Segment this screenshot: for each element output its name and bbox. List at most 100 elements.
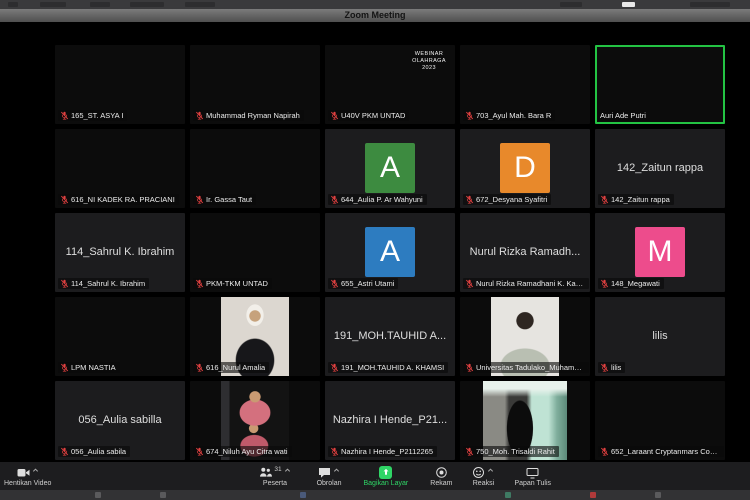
taskbar-dot — [655, 492, 661, 498]
taskbar-dot — [590, 492, 596, 498]
participant-name: Auri Ade Putri — [600, 111, 646, 120]
participant-tile[interactable]: Muhammad Ryman Napirah — [190, 45, 320, 124]
top-menu-bar — [0, 0, 750, 9]
participant-name: 165_ST. ASYA I — [71, 111, 123, 120]
participants-label: Peserta — [263, 480, 287, 487]
whiteboard-button[interactable]: Papan Tulis — [510, 466, 555, 487]
participant-name: U40V PKM UNTAD — [341, 111, 405, 120]
participants-button[interactable]: 31 Peserta — [255, 466, 294, 487]
participant-avatar: D — [500, 143, 550, 193]
participant-nameplate: LPM NASTIA — [58, 362, 120, 373]
participant-tile[interactable]: 165_ST. ASYA I — [55, 45, 185, 124]
muted-mic-icon — [330, 111, 339, 120]
muted-mic-icon — [600, 363, 609, 372]
participant-tile[interactable]: 616_Nurul Amalia — [190, 297, 320, 376]
participant-nameplate: 056_Aulia sabila — [58, 446, 130, 457]
participant-nameplate: 114_Sahrul K. Ibrahim — [58, 278, 149, 289]
muted-mic-icon — [600, 279, 609, 288]
whiteboard-icon — [526, 466, 539, 479]
participant-tile[interactable]: PKM-TKM UNTAD — [190, 213, 320, 292]
participant-tile[interactable]: 056_Aulia sabilla 056_Aulia sabila — [55, 381, 185, 460]
chevron-up-icon[interactable] — [32, 467, 39, 474]
participant-tile[interactable]: 703_Ayul Mah. Bara R — [460, 45, 590, 124]
muted-mic-icon — [330, 279, 339, 288]
participant-tile[interactable]: WEBINAR OLAHRAGA 2023 U40V PKM UNTAD — [325, 45, 455, 124]
participant-tile[interactable]: 191_MOH.TAUHID A... 191_MOH.TAUHID A. KH… — [325, 297, 455, 376]
participant-name: 191_MOH.TAUHID A. KHAMSI — [341, 363, 444, 372]
participant-tile[interactable]: 674_Niluh Ayu Citra wati — [190, 381, 320, 460]
participant-avatar: A — [365, 143, 415, 193]
share-screen-button[interactable]: Bagikan Layar — [360, 466, 413, 487]
record-icon — [435, 466, 448, 479]
participant-tile[interactable]: A 644_Aulia P. Ar Wahyuni — [325, 129, 455, 208]
participant-tile[interactable]: 142_Zaitun rappa 142_Zaitun rappa — [595, 129, 725, 208]
participants-icon — [259, 466, 272, 479]
participant-tile[interactable]: 616_NI KADEK RA. PRACIANI — [55, 129, 185, 208]
participant-name: Nazhira I Hende_P2112265 — [341, 447, 433, 456]
participant-name: 652_Laraant Cryptanmars Corn... — [611, 447, 720, 456]
participant-nameplate: 191_MOH.TAUHID A. KHAMSI — [328, 362, 448, 373]
participant-tile[interactable]: lilis lilis — [595, 297, 725, 376]
participant-nameplate: 750_Moh. Trisaldi Rahit — [463, 446, 559, 457]
participant-tile[interactable]: Nurul Rizka Ramadh... Nurul Rizka Ramadh… — [460, 213, 590, 292]
participant-tile[interactable]: 652_Laraant Cryptanmars Corn... — [595, 381, 725, 460]
participant-nameplate: 616_Nurul Amalia — [193, 362, 269, 373]
menu-blob — [130, 2, 164, 7]
participant-display-name: 056_Aulia sabilla — [55, 414, 185, 426]
chat-button[interactable]: Obrolan — [313, 466, 346, 487]
participant-tile[interactable]: A 655_Astri Utami — [325, 213, 455, 292]
menu-blob — [90, 2, 110, 7]
participant-name: 703_Ayul Mah. Bara R — [476, 111, 551, 120]
muted-mic-icon — [195, 363, 204, 372]
chevron-up-icon[interactable] — [284, 467, 291, 474]
participant-display-name: lilis — [595, 330, 725, 342]
stop-video-button[interactable]: Hentikan Video — [0, 466, 55, 487]
menu-blob — [560, 2, 582, 7]
muted-mic-icon — [465, 363, 474, 372]
muted-mic-icon — [60, 195, 69, 204]
participant-tile-active-speaker[interactable]: Auri Ade Putri — [595, 45, 725, 124]
participant-nameplate: U40V PKM UNTAD — [328, 110, 409, 121]
webinar-slide-text: WEBINAR OLAHRAGA 2023 — [412, 51, 446, 72]
participant-tile[interactable]: 114_Sahrul K. Ibrahim 114_Sahrul K. Ibra… — [55, 213, 185, 292]
menu-blob — [690, 2, 730, 7]
chevron-up-icon[interactable] — [487, 467, 494, 474]
participant-tile[interactable]: Universitas Tadulako_Muhamma... — [460, 297, 590, 376]
menu-blob — [185, 2, 215, 7]
muted-mic-icon — [600, 195, 609, 204]
participant-tile[interactable]: LPM NASTIA — [55, 297, 185, 376]
participant-nameplate: Universitas Tadulako_Muhamma... — [463, 362, 589, 373]
chevron-up-icon[interactable] — [333, 467, 340, 474]
muted-mic-icon — [60, 279, 69, 288]
menu-highlight — [622, 2, 635, 7]
participant-video-grid: 165_ST. ASYA I Muhammad Ryman Napirah WE… — [55, 45, 725, 460]
record-button[interactable]: Rekam — [426, 466, 456, 487]
participant-nameplate: 652_Laraant Cryptanmars Corn... — [598, 446, 724, 457]
taskbar-dot — [300, 492, 306, 498]
participant-nameplate: 703_Ayul Mah. Bara R — [463, 110, 555, 121]
participant-nameplate: 142_Zaitun rappa — [598, 194, 674, 205]
participant-nameplate: Nazhira I Hende_P2112265 — [328, 446, 437, 457]
participant-display-name: Nazhira I Hende_P21... — [325, 414, 455, 426]
participant-tile[interactable]: M 148_Megawati — [595, 213, 725, 292]
participant-nameplate: 644_Aulia P. Ar Wahyuni — [328, 194, 427, 205]
record-label: Rekam — [430, 480, 452, 487]
muted-mic-icon — [60, 363, 69, 372]
taskbar-dot — [505, 492, 511, 498]
participant-name: 148_Megawati — [611, 279, 660, 288]
participant-name: Muhammad Ryman Napirah — [206, 111, 300, 120]
participant-tile[interactable]: 750_Moh. Trisaldi Rahit — [460, 381, 590, 460]
muted-mic-icon — [330, 447, 339, 456]
participant-tile[interactable]: Nazhira I Hende_P21... Nazhira I Hende_P… — [325, 381, 455, 460]
bottom-taskbar-strip — [0, 490, 750, 500]
window-title: Zoom Meeting — [345, 10, 406, 20]
participant-tile[interactable]: Ir. Gassa Taut — [190, 129, 320, 208]
taskbar-dot — [95, 492, 101, 498]
share-screen-label: Bagikan Layar — [364, 480, 409, 487]
muted-mic-icon — [195, 279, 204, 288]
reactions-button[interactable]: Reaksi — [468, 466, 498, 487]
participant-nameplate: Ir. Gassa Taut — [193, 194, 256, 205]
participant-nameplate: 674_Niluh Ayu Citra wati — [193, 446, 292, 457]
participant-tile[interactable]: D 672_Desyana Syafitri — [460, 129, 590, 208]
muted-mic-icon — [465, 195, 474, 204]
